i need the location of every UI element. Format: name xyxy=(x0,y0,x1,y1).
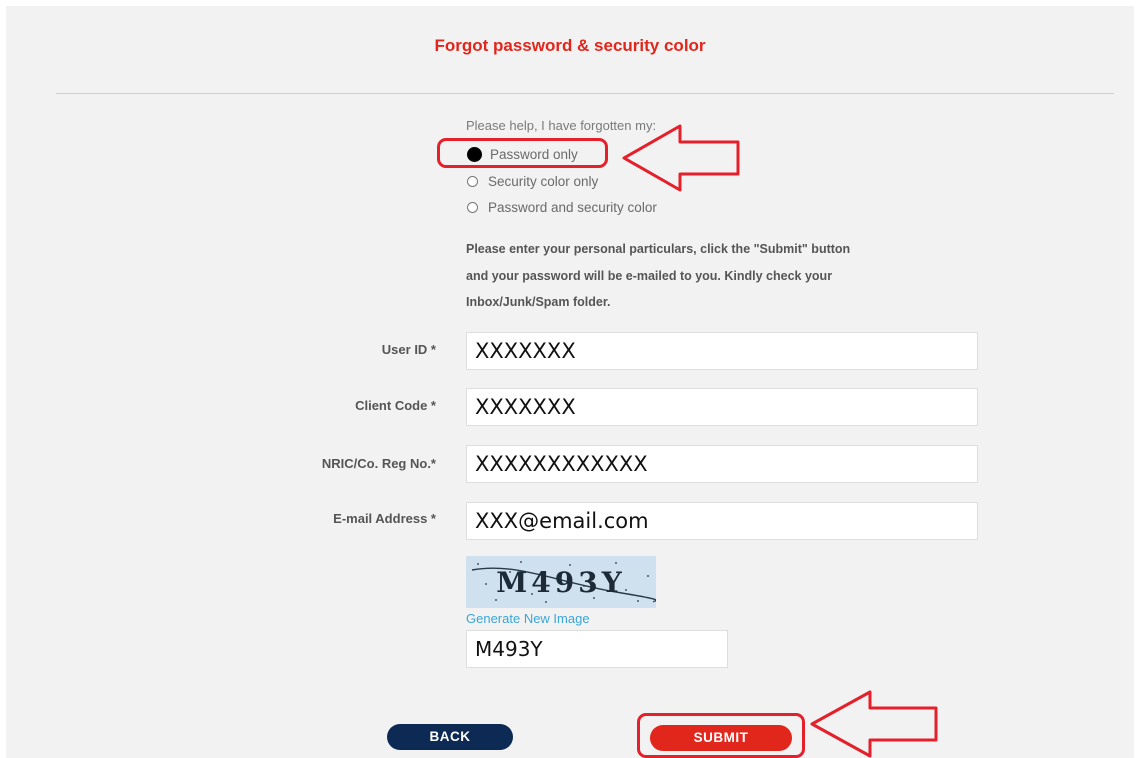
option-label: Security color only xyxy=(488,173,599,189)
back-button[interactable]: BACK xyxy=(387,724,513,750)
user-id-label: User ID * xyxy=(381,342,436,357)
option-security-color-only[interactable]: Security color only xyxy=(467,172,598,190)
annotation-highlight-password-only xyxy=(437,138,608,168)
instructions-line: Please enter your personal particulars, … xyxy=(466,242,851,256)
radio-unselected-icon[interactable] xyxy=(467,175,478,187)
annotation-highlight-submit xyxy=(637,713,805,758)
annotation-arrow-icon xyxy=(622,124,740,192)
email-input[interactable]: XXX@email.com xyxy=(466,502,978,540)
client-code-input[interactable]: XXXXXXX xyxy=(466,388,978,426)
annotation-arrow-icon xyxy=(810,690,938,758)
captcha-image: M493Y xyxy=(466,556,656,608)
client-code-label: Client Code * xyxy=(355,398,436,413)
nric-input[interactable]: XXXXXXXXXXXX xyxy=(466,445,978,483)
option-label: Password and security color xyxy=(488,199,657,215)
option-password-and-security-color[interactable]: Password and security color xyxy=(467,198,657,216)
user-id-input[interactable]: XXXXXXX xyxy=(466,332,978,370)
captcha-text: M493Y xyxy=(496,566,625,599)
nric-label: NRIC/Co. Reg No.* xyxy=(321,456,436,471)
instructions-line: Inbox/Junk/Spam folder. xyxy=(466,295,611,309)
page-title: Forgot password & security color xyxy=(434,36,706,55)
title-divider xyxy=(56,93,1114,94)
instructions-text: Please enter your personal particulars, … xyxy=(466,236,906,316)
email-label: E-mail Address * xyxy=(333,511,436,526)
radio-unselected-icon[interactable] xyxy=(467,201,478,213)
instructions-line: and your password will be e-mailed to yo… xyxy=(466,268,833,283)
captcha-input[interactable]: M493Y xyxy=(466,630,728,668)
generate-new-image-link[interactable]: Generate New Image xyxy=(466,611,590,626)
